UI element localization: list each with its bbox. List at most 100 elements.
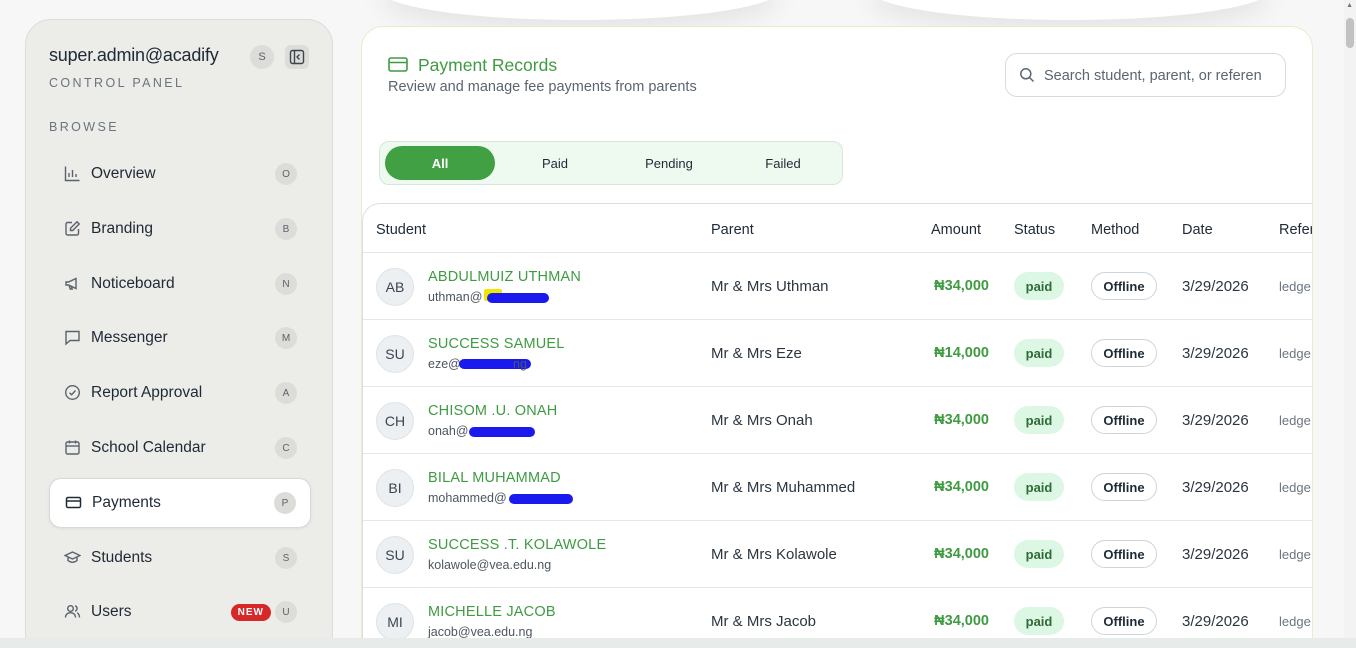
sidebar: super.admin@acadify S CONTROL PANEL BROW… — [25, 19, 333, 648]
account-badge[interactable]: S — [250, 45, 274, 69]
redaction-mark — [509, 494, 573, 504]
scrollbar-thumb[interactable] — [1346, 18, 1354, 48]
status-badge: paid — [1014, 272, 1064, 300]
search-box[interactable] — [1005, 53, 1286, 97]
sidebar-item-overview[interactable]: Overview O — [49, 150, 311, 198]
status-badge: paid — [1014, 406, 1064, 434]
parent-name: Mr & Mrs Jacob — [711, 613, 817, 630]
table-row[interactable]: SU SUCCESS SAMUEL eze@ ng Mr & Mrs Eze ₦… — [363, 319, 1312, 386]
shortcut-key: P — [274, 492, 296, 514]
parent-name: Mr & Mrs Muhammed — [711, 479, 856, 496]
shortcut-key: S — [275, 547, 297, 569]
method-badge: Offline — [1091, 272, 1157, 300]
sidebar-item-label: Messenger — [91, 329, 168, 346]
filter-paid[interactable]: Paid — [500, 146, 610, 180]
table-row[interactable]: AB ABDULMUIZ UTHMAN uthman@ Mr & Mrs Uth… — [363, 252, 1312, 319]
amount: ₦14,000 — [934, 345, 989, 361]
sidebar-item-school-calendar[interactable]: School Calendar C — [49, 424, 311, 472]
status-badge: paid — [1014, 473, 1064, 501]
method-badge: Offline — [1091, 607, 1157, 635]
column-header-student[interactable]: Student — [376, 222, 426, 238]
reference: ledge — [1279, 346, 1311, 361]
reference: ledge — [1279, 614, 1311, 629]
amount: ₦34,000 — [934, 613, 989, 629]
student-email-tail: ng — [513, 357, 527, 371]
avatar: SU — [376, 536, 414, 574]
shortcut-key: N — [275, 273, 297, 295]
sidebar-item-report-approval[interactable]: Report Approval A — [49, 369, 311, 417]
filter-failed[interactable]: Failed — [728, 146, 838, 180]
browse-section-label: BROWSE — [49, 120, 119, 134]
sidebar-item-students[interactable]: Students S — [49, 534, 311, 582]
taskbar-strip — [0, 638, 1356, 648]
column-header-status[interactable]: Status — [1014, 222, 1055, 238]
redaction-mark — [469, 427, 535, 437]
student-name[interactable]: MICHELLE JACOB — [428, 604, 556, 620]
student-name[interactable]: ABDULMUIZ UTHMAN — [428, 269, 581, 285]
column-header-parent[interactable]: Parent — [711, 222, 754, 238]
sidebar-item-label: School Calendar — [91, 439, 206, 456]
table-row[interactable]: BI BILAL MUHAMMAD mohammed@ Mr & Mrs Muh… — [363, 453, 1312, 520]
sidebar-item-label: Payments — [92, 494, 161, 511]
student-name[interactable]: CHISOM .U. ONAH — [428, 403, 557, 419]
top-shadow — [870, 0, 1270, 20]
sidebar-item-messenger[interactable]: Messenger M — [49, 314, 311, 362]
table-row[interactable]: CH CHISOM .U. ONAH onah@ Mr & Mrs Onah ₦… — [363, 386, 1312, 453]
column-header-amount[interactable]: Amount — [931, 222, 981, 238]
sidebar-item-label: Overview — [91, 165, 156, 182]
users-icon — [63, 602, 81, 620]
page-scrollbar[interactable]: ▲ — [1344, 0, 1356, 648]
student-email: onah@ — [428, 424, 469, 438]
control-panel-label: CONTROL PANEL — [49, 76, 185, 90]
sidebar-item-payments[interactable]: Payments P — [49, 478, 311, 528]
reference: ledge — [1279, 413, 1311, 428]
sidebar-item-noticeboard[interactable]: Noticeboard N — [49, 260, 311, 308]
student-name[interactable]: SUCCESS .T. KOLAWOLE — [428, 537, 606, 553]
graduation-cap-icon — [63, 548, 81, 566]
collapse-sidebar-button[interactable] — [285, 45, 309, 69]
avatar: MI — [376, 603, 414, 641]
shortcut-key: C — [275, 437, 297, 459]
sidebar-item-users[interactable]: Users NEW U — [49, 588, 311, 636]
sidebar-item-branding[interactable]: Branding B — [49, 205, 311, 253]
payment-date: 3/29/2026 — [1182, 412, 1249, 429]
table-row[interactable]: SU SUCCESS .T. KOLAWOLE kolawole@vea.edu… — [363, 520, 1312, 587]
scroll-up-arrow-icon[interactable]: ▲ — [1346, 2, 1353, 9]
filter-pending[interactable]: Pending — [614, 146, 724, 180]
amount: ₦34,000 — [934, 278, 989, 294]
sidebar-collapse-icon — [289, 49, 305, 65]
payment-date: 3/29/2026 — [1182, 345, 1249, 362]
filter-all[interactable]: All — [385, 146, 495, 180]
credit-card-icon — [64, 493, 82, 511]
payments-table: Student Parent Amount Status Method Date… — [362, 203, 1312, 648]
megaphone-icon — [63, 274, 81, 292]
parent-name: Mr & Mrs Onah — [711, 412, 813, 429]
sidebar-item-label: Noticeboard — [91, 275, 175, 292]
sidebar-item-label: Users — [91, 603, 132, 620]
status-filter-tabs: All Paid Pending Failed — [379, 141, 843, 185]
parent-name: Mr & Mrs Kolawole — [711, 546, 837, 563]
column-header-reference[interactable]: Refer — [1279, 222, 1312, 238]
method-badge: Offline — [1091, 406, 1157, 434]
method-badge: Offline — [1091, 473, 1157, 501]
payment-date: 3/29/2026 — [1182, 278, 1249, 295]
top-shadow — [380, 0, 780, 20]
amount: ₦34,000 — [934, 546, 989, 562]
column-header-method[interactable]: Method — [1091, 222, 1139, 238]
student-name[interactable]: SUCCESS SAMUEL — [428, 336, 565, 352]
student-name[interactable]: BILAL MUHAMMAD — [428, 470, 561, 486]
reference: ledge — [1279, 480, 1311, 495]
column-header-date[interactable]: Date — [1182, 222, 1213, 238]
calendar-icon — [63, 438, 81, 456]
shortcut-key: O — [275, 163, 297, 185]
payment-date: 3/29/2026 — [1182, 479, 1249, 496]
payment-records-panel: Payment Records Review and manage fee pa… — [361, 26, 1313, 648]
search-input[interactable] — [1044, 64, 1284, 88]
redaction-mark — [487, 293, 549, 303]
new-badge: NEW — [230, 603, 271, 621]
avatar: BI — [376, 469, 414, 507]
student-email: eze@ — [428, 357, 461, 371]
avatar: AB — [376, 268, 414, 306]
page-title: Payment Records — [418, 55, 558, 75]
page-subtitle: Review and manage fee payments from pare… — [388, 79, 697, 95]
